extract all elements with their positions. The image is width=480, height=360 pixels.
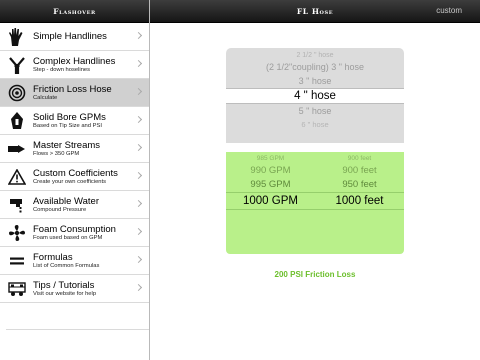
- menu-item-complex-handlines[interactable]: Complex Handlines Step - down hoselines: [0, 51, 149, 79]
- master-sidebar: Flashover Simple Handlines Complex Handl…: [0, 0, 150, 360]
- menu-item-title: Tips / Tutorials: [33, 279, 95, 291]
- chevron-right-icon: [134, 87, 143, 96]
- nozzle-tip-icon: [6, 110, 28, 132]
- menu-item-title: Solid Bore GPMs: [33, 111, 106, 123]
- wye-hoses-icon: [6, 54, 28, 76]
- hydrant-icon: [6, 194, 28, 216]
- picker-selected-row: 1000 GPM 1000 feet: [226, 192, 404, 210]
- feet-option[interactable]: 900 feet: [315, 154, 404, 164]
- chevron-right-icon: [134, 115, 143, 124]
- menu-item-tips-tutorials[interactable]: Tips / Tutorials Visit our website for h…: [0, 275, 149, 303]
- menu-item-master-streams[interactable]: Master Streams Flows > 350 GPM: [0, 135, 149, 163]
- menu-item-solid-bore-gpms[interactable]: Solid Bore GPMs Based on Tip Size and PS…: [0, 107, 149, 135]
- menu-item-title: Foam Consumption: [33, 223, 116, 235]
- menu-item-title: Simple Handlines: [33, 31, 107, 42]
- chevron-right-icon: [134, 171, 143, 180]
- friction-loss-result: 200 PSI Friction Loss: [274, 270, 356, 279]
- menu-item-foam-consumption[interactable]: Foam Consumption Foam used based on GPM: [0, 219, 149, 247]
- menu-item-title: Master Streams: [33, 139, 101, 151]
- menu-item-title: Formulas: [33, 251, 73, 263]
- gpm-option[interactable]: 995 GPM: [226, 178, 315, 192]
- warning-triangle-icon: [6, 166, 28, 188]
- gpm-option[interactable]: 985 GPM: [226, 154, 315, 164]
- sidebar-navbar: Flashover: [0, 0, 149, 23]
- picker-option[interactable]: 2 1/2 " hose: [226, 51, 404, 60]
- chevron-right-icon: [134, 255, 143, 264]
- picker-row: 985 GPM 900 feet: [226, 154, 404, 164]
- menu-item-available-water[interactable]: Available Water Compound Pressure: [0, 191, 149, 219]
- menu-item-subtitle: Calculate: [33, 94, 58, 101]
- feet-option[interactable]: 950 feet: [315, 178, 404, 192]
- menu-item-title: Friction Loss Hose: [33, 83, 112, 95]
- sidebar-title: Flashover: [53, 6, 96, 16]
- hose-size-picker[interactable]: 2 1/2 " hose (2 1/2"coupling) 3 " hose 3…: [226, 48, 404, 143]
- menu-item-formulas[interactable]: Formulas List of Common Formulas: [0, 247, 149, 275]
- gpm-option[interactable]: 990 GPM: [226, 164, 315, 178]
- menu-item-subtitle: Create your own coefficients: [33, 178, 107, 185]
- chevron-right-icon: [134, 283, 143, 292]
- detail-title: FL Hose: [296, 6, 334, 16]
- foam-fan-icon: [6, 222, 28, 244]
- chevron-right-icon: [134, 59, 143, 68]
- feet-selected[interactable]: 1000 feet: [315, 193, 404, 209]
- picker-row: 995 GPM 950 feet: [226, 178, 404, 192]
- custom-button[interactable]: custom: [436, 6, 462, 15]
- detail-navbar: FL Hose custom: [150, 0, 480, 23]
- sidebar-divider: [6, 329, 149, 330]
- chevron-right-icon: [134, 199, 143, 208]
- chevron-right-icon: [134, 31, 143, 40]
- menu-item-friction-loss-hose[interactable]: Friction Loss Hose Calculate: [0, 79, 149, 107]
- menu-item-title: Available Water: [33, 195, 100, 207]
- menu-item-subtitle: Compound Pressure: [33, 206, 87, 213]
- master-stream-icon: [6, 138, 28, 160]
- fire-truck-icon: [6, 278, 28, 300]
- picker-option[interactable]: 5 " hose: [226, 104, 404, 118]
- feet-option[interactable]: 900 feet: [315, 164, 404, 178]
- menu-item-subtitle: Foam used based on GPM: [33, 234, 103, 241]
- menu-item-custom-coefficients[interactable]: Custom Coefficients Create your own coef…: [0, 163, 149, 191]
- chevron-right-icon: [134, 227, 143, 236]
- menu-item-simple-handlines[interactable]: Simple Handlines: [0, 23, 149, 51]
- menu-item-subtitle: Visit our website for help: [33, 290, 97, 297]
- detail-pane: FL Hose custom 2 1/2 " hose (2 1/2"coupl…: [150, 0, 480, 360]
- menu-item-subtitle: Flows > 350 GPM: [33, 150, 80, 157]
- menu-item-subtitle: Step - down hoselines: [33, 66, 91, 73]
- equals-icon: [6, 250, 28, 272]
- picker-option[interactable]: 6 " hose: [226, 118, 404, 132]
- hand-icon: [6, 26, 28, 48]
- flow-length-picker[interactable]: 985 GPM 900 feet 990 GPM 900 feet 995 GP…: [226, 152, 404, 254]
- menu-item-title: Complex Handlines: [33, 55, 116, 67]
- menu-item-title: Custom Coefficients: [33, 167, 118, 179]
- menu-item-subtitle: Based on Tip Size and PSI: [33, 122, 102, 129]
- picker-option[interactable]: 3 " hose: [226, 74, 404, 88]
- gpm-selected[interactable]: 1000 GPM: [226, 193, 315, 209]
- fire-hose-icon: [6, 82, 28, 104]
- chevron-right-icon: [134, 143, 143, 152]
- menu-item-subtitle: List of Common Formulas: [33, 262, 100, 269]
- picker-row: 990 GPM 900 feet: [226, 164, 404, 178]
- picker-selected-option[interactable]: 4 " hose: [226, 88, 404, 104]
- picker-option[interactable]: (2 1/2"coupling) 3 " hose: [226, 60, 404, 74]
